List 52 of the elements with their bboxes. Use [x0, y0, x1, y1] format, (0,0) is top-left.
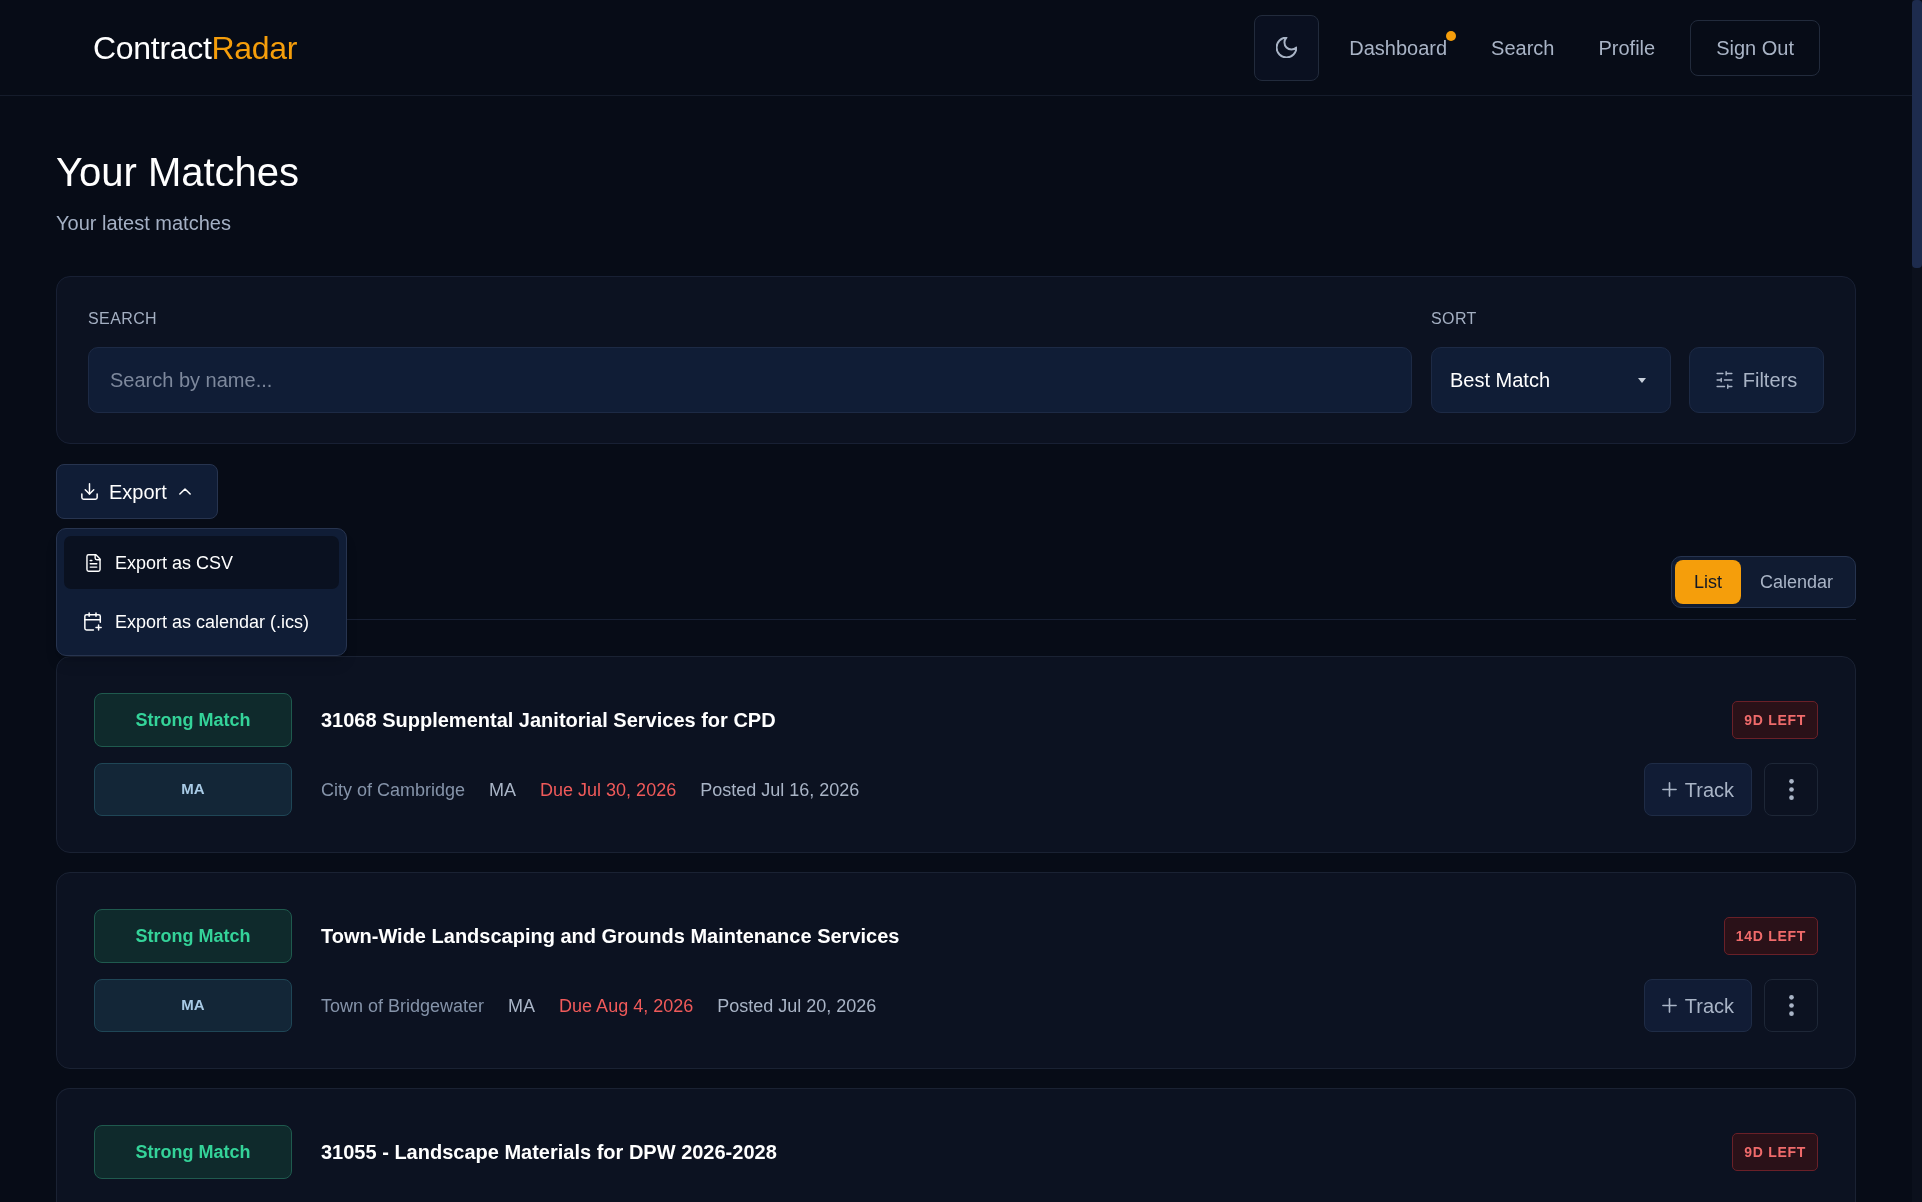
nav-link[interactable]: Search	[1491, 33, 1555, 62]
more-options-button[interactable]	[1764, 763, 1818, 816]
state-code: MA	[489, 778, 517, 802]
view-tab[interactable]: List	[1674, 560, 1741, 604]
more-options-button[interactable]	[1764, 979, 1818, 1032]
contract-title[interactable]: 31068 Supplemental Janitorial Services for CPD	[321, 705, 1733, 735]
due-date: Due Aug 4, 2026	[559, 994, 694, 1018]
page-subtitle: Your latest matches	[56, 211, 232, 236]
sliders-icon	[1715, 371, 1733, 389]
moon-icon	[1276, 37, 1298, 58]
contract-title[interactable]: Town-Wide Landscaping and Grounds Maintenance Services	[321, 921, 1724, 951]
sort-label: SORT	[1431, 309, 1478, 329]
contract-title[interactable]: 31055 - Landscape Materials for DPW 2026-2028	[321, 1137, 1733, 1167]
match-badge: Strong Match	[94, 1125, 292, 1179]
export-button[interactable]: Export	[56, 464, 218, 519]
state-badge: MA	[94, 763, 292, 816]
agency-name: City of Cambridge	[321, 778, 466, 802]
nav-link[interactable]: Profile	[1598, 33, 1656, 62]
download-icon	[81, 483, 98, 500]
scrollbar-thumb[interactable]	[1912, 0, 1922, 268]
document-icon	[85, 553, 101, 572]
plus-icon	[1661, 782, 1677, 797]
match-badge: Strong Match	[94, 909, 292, 963]
track-button[interactable]: Track	[1644, 979, 1752, 1032]
state-code: MA	[508, 994, 536, 1018]
vertical-dots-icon	[1788, 779, 1794, 800]
state-badge: MA	[94, 979, 292, 1032]
export-menu-item[interactable]: Export as CSV	[64, 536, 339, 589]
search-field[interactable]: Search by name...	[88, 347, 1412, 413]
calendar-plus-icon	[84, 612, 102, 631]
filters-button[interactable]: Filters	[1689, 347, 1824, 413]
days-left-badge: 9D LEFT	[1732, 701, 1818, 739]
logo[interactable]: ContractRadar	[93, 23, 298, 72]
days-left-badge: 14D LEFT	[1723, 917, 1818, 955]
sign-out-button[interactable]: Sign Out	[1690, 19, 1820, 76]
sort-select[interactable]: Best Match	[1431, 347, 1671, 413]
posted-date: Posted Jul 16, 2026	[700, 778, 860, 802]
days-left-badge: 9D LEFT	[1732, 1133, 1818, 1171]
plus-icon	[1661, 998, 1677, 1013]
track-button[interactable]: Track	[1644, 763, 1752, 816]
theme-toggle-button[interactable]	[1254, 14, 1320, 81]
caret-icon	[1638, 377, 1646, 383]
view-tab[interactable]: Calendar	[1740, 560, 1852, 604]
agency-name: Town of Bridgewater	[321, 994, 485, 1018]
match-badge: Strong Match	[94, 693, 292, 747]
vertical-dots-icon	[1788, 995, 1794, 1016]
nav-link[interactable]: Dashboard	[1349, 33, 1448, 62]
page-title: Your Matches	[56, 149, 301, 196]
due-date: Due Jul 30, 2026	[540, 778, 677, 802]
posted-date: Posted Jul 20, 2026	[717, 994, 877, 1018]
search-label: SEARCH	[88, 309, 159, 329]
export-menu-item[interactable]: Export as calendar (.ics)	[64, 595, 339, 648]
